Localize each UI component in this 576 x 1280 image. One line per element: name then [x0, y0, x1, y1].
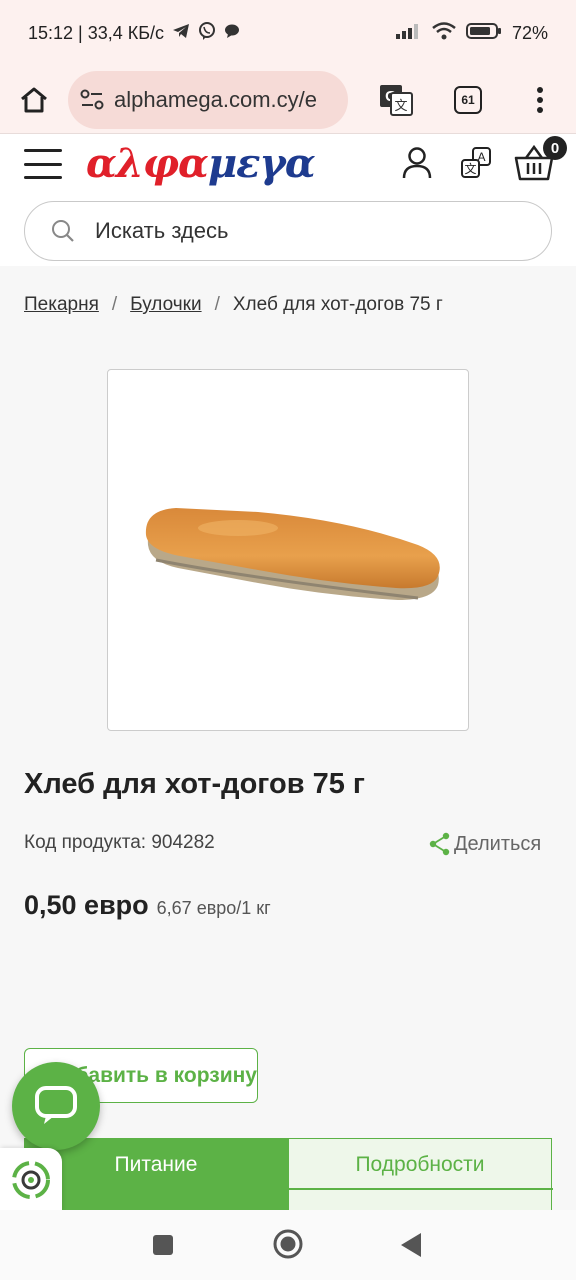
unit-price: 6,67 евро/1 кг — [156, 898, 271, 918]
back-triangle-icon — [401, 1233, 421, 1257]
breadcrumb-bakery-link[interactable]: Пекарня — [24, 294, 99, 316]
cart-count-badge: 0 — [543, 136, 567, 160]
svg-text:文: 文 — [394, 98, 407, 113]
status-time-speed: 15:12 | 33,4 КБ/с — [28, 22, 165, 43]
translate-button[interactable]: G文 — [360, 66, 432, 134]
home-icon — [21, 87, 47, 112]
google-translate-icon: G文 — [380, 84, 413, 116]
alphamega-logo[interactable]: αλφαμεγα — [86, 140, 316, 187]
recents-button[interactable] — [152, 1234, 174, 1261]
search-placeholder: Искать здесь — [95, 218, 229, 243]
square-icon — [153, 1235, 173, 1255]
share-button[interactable]: Делиться — [428, 832, 541, 856]
language-button[interactable]: A文 — [459, 146, 493, 185]
search-icon — [52, 220, 74, 242]
tab-divider — [24, 1188, 553, 1190]
status-bar: 15:12 | 33,4 КБ/с 72% — [0, 0, 576, 66]
price-row: 0,50 евро 6,67 евро/1 кг — [24, 890, 271, 921]
hot-dog-bun-image — [145, 508, 440, 600]
site-header: αλφαμεγα A文 Искать здесь — [0, 134, 576, 266]
circle-icon — [273, 1229, 303, 1259]
home-nav-button[interactable] — [272, 1228, 304, 1265]
breadcrumb-current: Хлеб для хот-догов 75 г — [232, 294, 443, 315]
tab-count: 61 — [454, 85, 482, 114]
browser-toolbar: alphamega.com.cy/e G文 61 — [0, 66, 576, 134]
recycle-widget[interactable] — [0, 1148, 62, 1212]
battery-percent: 72% — [511, 22, 548, 43]
chat-bubble-icon — [224, 23, 240, 44]
product-image[interactable] — [107, 369, 469, 731]
product-code: Код продукта: 904282 — [24, 832, 215, 853]
site-settings-icon[interactable] — [80, 89, 104, 111]
search-input[interactable]: Искать здесь — [24, 201, 552, 261]
home-button[interactable] — [0, 66, 68, 134]
chat-button[interactable] — [12, 1062, 100, 1150]
telegram-icon — [172, 23, 190, 44]
translate-icon: A文 — [461, 147, 491, 178]
breadcrumb-separator: / — [214, 294, 220, 315]
tabs-button[interactable]: 61 — [432, 66, 504, 134]
product-tabs: Питание Подробности — [24, 1138, 553, 1210]
breadcrumb-separator: / — [111, 294, 118, 315]
signal-icon — [395, 23, 422, 44]
share-label: Делиться — [454, 832, 542, 855]
chat-icon — [35, 1086, 77, 1124]
url-text: alphamega.com.cy/e — [113, 86, 317, 112]
breadcrumb-buns-link[interactable]: Булочки — [130, 294, 201, 316]
user-icon — [402, 147, 432, 179]
svg-text:文: 文 — [464, 161, 476, 176]
share-icon — [429, 832, 450, 856]
account-button[interactable] — [402, 146, 432, 185]
system-nav-bar — [0, 1210, 576, 1280]
breadcrumb: Пекарня / Булочки / Хлеб для хот-догов 7… — [24, 294, 443, 316]
back-button[interactable] — [400, 1232, 422, 1263]
hamburger-menu-button[interactable] — [24, 149, 62, 179]
browser-menu-button[interactable] — [504, 66, 576, 134]
product-price: 0,50 евро — [24, 890, 149, 920]
product-title: Хлеб для хот-догов 75 г — [24, 768, 365, 800]
more-vert-icon — [537, 86, 543, 113]
tab-details[interactable]: Подробности — [288, 1138, 552, 1210]
wifi-icon — [432, 21, 456, 45]
address-bar[interactable]: alphamega.com.cy/e — [67, 70, 348, 129]
recycle-icon — [12, 1161, 50, 1199]
battery-icon — [465, 22, 502, 45]
viber-icon — [198, 21, 216, 45]
